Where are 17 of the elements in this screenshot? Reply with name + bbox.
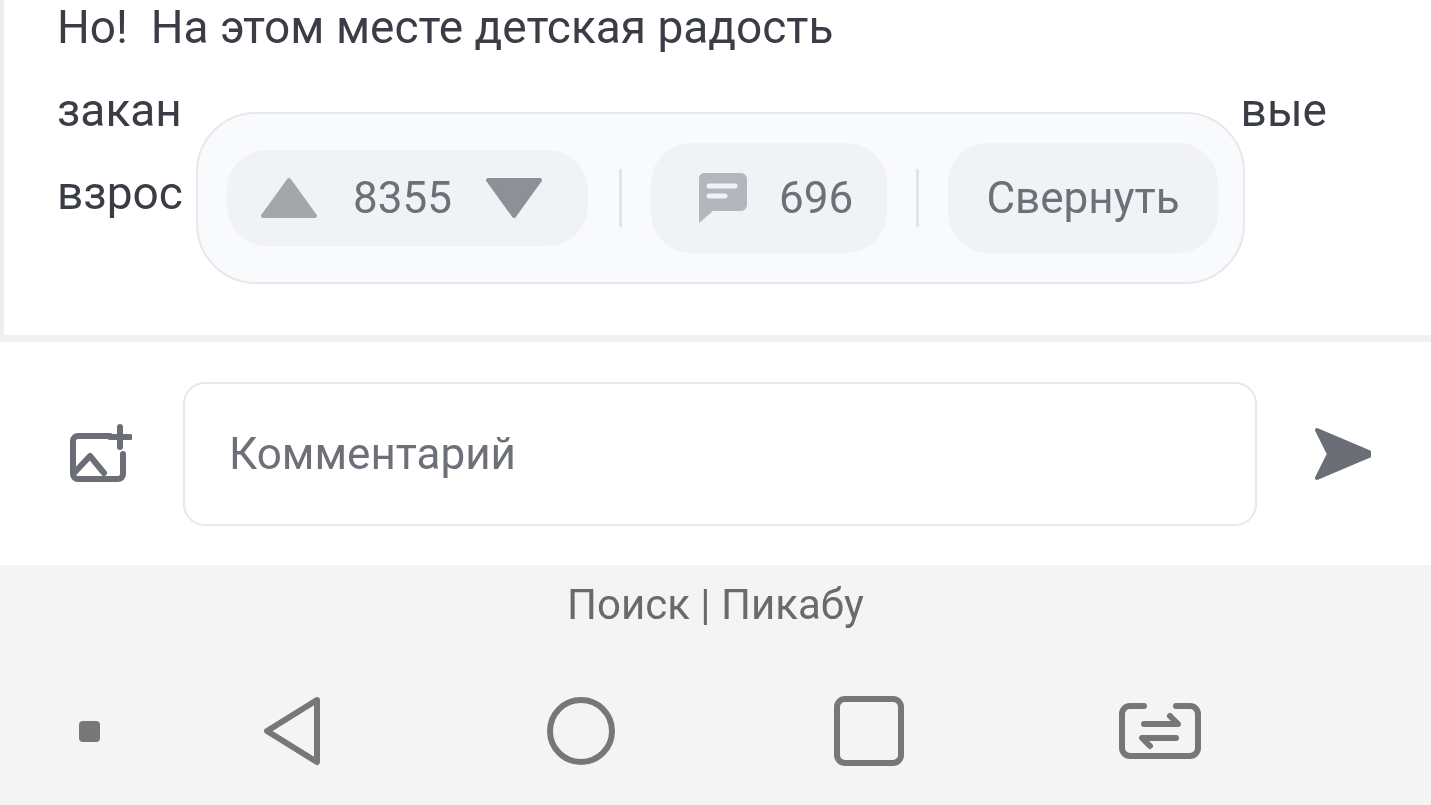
- rating-count: 8355: [353, 171, 452, 226]
- downvote-icon[interactable]: [483, 176, 544, 220]
- post-text-line: Но! На этом месте детская радость: [57, 0, 834, 56]
- collapse-button[interactable]: Свернуть: [948, 143, 1218, 253]
- back-icon[interactable]: [261, 696, 323, 766]
- post-text-fragment: закан: [57, 82, 182, 139]
- home-icon[interactable]: [546, 696, 616, 766]
- send-icon[interactable]: [1313, 425, 1371, 482]
- post-text-line: взрос: [57, 165, 183, 222]
- comment-field[interactable]: Комментарий: [183, 381, 1257, 526]
- comments-button[interactable]: 696: [651, 143, 887, 253]
- recents-icon[interactable]: [834, 696, 904, 766]
- post-text-fragment: вые: [1240, 82, 1327, 139]
- swap-icon[interactable]: [1118, 702, 1202, 760]
- upvote-icon[interactable]: [259, 176, 319, 220]
- add-image-icon[interactable]: [70, 423, 132, 484]
- page-title: Поиск | Пикабу: [567, 579, 864, 631]
